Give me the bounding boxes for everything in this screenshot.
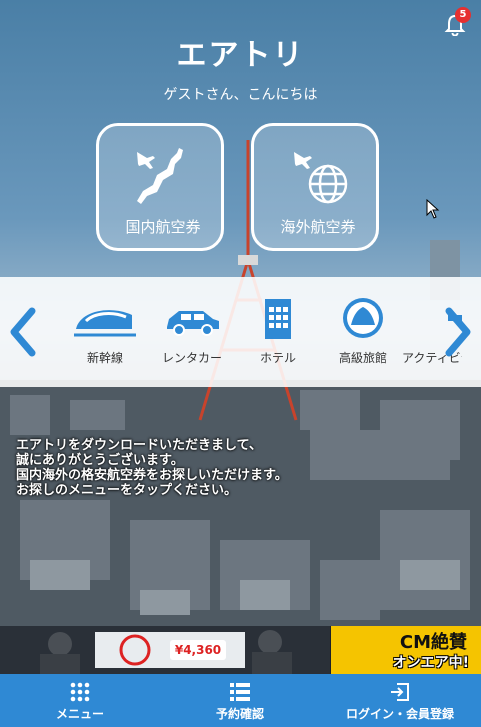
cm-title: CM絶賛 xyxy=(399,632,467,653)
welcome-message: エアトリをダウンロードいただきまして、 誠にありがとうございます。 国内海外の格… xyxy=(16,438,456,498)
app-logo: エアトリ xyxy=(176,38,305,73)
prev-arrow-icon[interactable] xyxy=(8,307,38,357)
list-icon xyxy=(230,683,250,701)
message-line: お探しのメニューをタップください。 xyxy=(16,483,238,498)
login-icon xyxy=(391,683,409,701)
banner-image xyxy=(0,626,330,674)
cm-banner[interactable]: ¥4,360 CM絶賛 オンエア中! xyxy=(0,626,481,674)
category-ryokan[interactable]: 高級旅館 xyxy=(323,295,403,366)
category-label: ホテル xyxy=(259,351,296,365)
cm-subtitle: オンエア中! xyxy=(392,655,469,671)
globe-plane-icon xyxy=(294,152,348,204)
notification-badge: 5 xyxy=(455,7,471,23)
car-icon xyxy=(167,311,219,336)
nav-label: ログイン・会員登録 xyxy=(345,707,454,721)
category-label: 新幹線 xyxy=(86,351,123,365)
nav-label: メニュー xyxy=(55,707,104,721)
category-label: 高級旅館 xyxy=(338,351,387,365)
cm-block: CM絶賛 オンエア中! xyxy=(331,626,481,674)
nav-login[interactable]: ログイン・会員登録 xyxy=(330,674,470,727)
nav-menu[interactable]: メニュー xyxy=(20,674,140,727)
category-hotel[interactable]: ホテル xyxy=(238,295,318,366)
bottom-nav: メニュー 予約確認 ログイン・会員登録 xyxy=(0,674,481,727)
next-arrow-icon[interactable] xyxy=(443,307,473,357)
nav-reservation[interactable]: 予約確認 xyxy=(180,674,300,727)
japan-plane-icon xyxy=(137,148,183,204)
mouse-cursor-icon xyxy=(426,199,440,219)
international-flight-button[interactable]: 海外航空券 xyxy=(251,123,379,251)
ryokan-icon xyxy=(343,298,383,338)
message-line: エアトリをダウンロードいただきまして、 xyxy=(16,438,262,453)
domestic-flight-label: 国内航空券 xyxy=(125,218,201,236)
international-flight-label: 海外航空券 xyxy=(280,218,356,236)
greeting-text: ゲストさん、こんにちは xyxy=(163,87,318,103)
grid-icon xyxy=(70,682,90,702)
nav-label: 予約確認 xyxy=(215,707,264,721)
bullet-train-icon xyxy=(74,310,136,337)
hotel-icon xyxy=(265,299,291,339)
domestic-flight-button[interactable]: 国内航空券 xyxy=(96,123,224,251)
category-rentacar[interactable]: レンタカー xyxy=(152,295,232,366)
category-strip: 新幹線 レンタカー ホテル 高級旅館 アクティビ xyxy=(0,277,481,387)
category-shinkansen[interactable]: 新幹線 xyxy=(65,295,145,366)
app-header: エアトリ ゲストさん、こんにちは xyxy=(0,30,481,104)
category-label: レンタカー xyxy=(161,351,222,365)
message-line: 誠にありがとうございます。 xyxy=(16,453,184,468)
message-line: 国内海外の格安航空券をお探しいただけます。 xyxy=(16,468,288,483)
banner-price: ¥4,360 xyxy=(170,640,226,660)
